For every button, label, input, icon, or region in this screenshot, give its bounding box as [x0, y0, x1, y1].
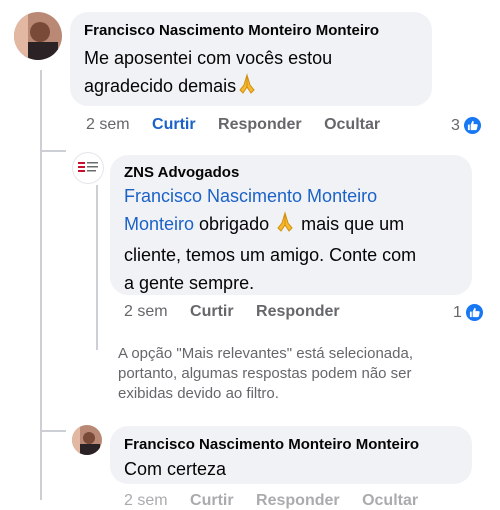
filter-note: A opção "Mais relevantes" está seleciona… — [118, 344, 498, 404]
thread-line-sub — [96, 185, 98, 350]
comment-text-line: a gente sempre. — [124, 273, 255, 293]
comment-actions: 2 sem Curtir Responder — [124, 303, 340, 321]
mention-link[interactable]: Monteiro — [124, 214, 194, 234]
like-button[interactable]: Curtir — [152, 116, 196, 134]
comment-author[interactable]: Francisco Nascimento Monteiro Monteiro — [84, 22, 379, 39]
like-icon — [462, 116, 482, 135]
comment-text-line: Me aposentei com vocês estou — [84, 48, 333, 68]
comment-time[interactable]: 2 sem — [124, 492, 168, 510]
avatar[interactable] — [72, 425, 102, 455]
comment-time[interactable]: 2 sem — [86, 116, 130, 134]
thread-line-branch-2 — [40, 430, 66, 432]
comment-text: Com certeza — [124, 459, 227, 479]
like-button[interactable]: Curtir — [190, 492, 234, 510]
comment-text-line: Monteiro obrigado mais que um — [124, 210, 469, 241]
comment-author[interactable]: Francisco Nascimento Monteiro Monteiro — [124, 436, 419, 453]
mention-link[interactable]: Francisco Nascimento Monteiro — [124, 182, 469, 210]
hide-button[interactable]: Ocultar — [324, 116, 380, 134]
hide-button[interactable]: Ocultar — [362, 492, 418, 510]
reaction-summary[interactable]: 3 — [451, 116, 482, 135]
comment-time[interactable]: 2 sem — [124, 303, 168, 321]
reaction-summary[interactable]: 1 — [453, 303, 484, 322]
comment-actions: 2 sem Curtir Responder Ocultar — [124, 492, 418, 510]
filter-note-line: portanto, algumas respostas podem não se… — [118, 365, 412, 382]
reply-button[interactable]: Responder — [256, 492, 340, 510]
avatar[interactable] — [72, 152, 104, 184]
comment-text: Francisco Nascimento Monteiro Monteiro o… — [124, 182, 469, 297]
comment-text-line: cliente, temos um amigo. Conte com — [124, 245, 417, 265]
filter-note-line: exibidas devido ao filtro. — [118, 385, 279, 402]
like-icon — [464, 303, 484, 322]
comment-text-fragment: obrigado — [194, 214, 275, 234]
pray-emoji-icon — [236, 73, 258, 103]
reply-button[interactable]: Responder — [256, 303, 340, 321]
comment-text-fragment: mais que um — [296, 214, 405, 234]
thread-line-main — [40, 70, 42, 500]
reaction-count: 1 — [453, 303, 462, 321]
avatar[interactable] — [14, 12, 62, 60]
comment-text: Me aposentei com vocês estou agradecido … — [84, 44, 424, 103]
pray-emoji-icon — [274, 211, 296, 241]
thread-line-branch-1 — [40, 150, 66, 152]
reaction-count: 3 — [451, 116, 460, 134]
reply-button[interactable]: Responder — [218, 116, 302, 134]
comment-author[interactable]: ZNS Advogados — [124, 164, 239, 181]
comment-actions: 2 sem Curtir Responder Ocultar — [86, 116, 380, 134]
comment-text-line: agradecido demais — [84, 72, 424, 103]
filter-note-line: A opção "Mais relevantes" está seleciona… — [118, 345, 413, 362]
like-button[interactable]: Curtir — [190, 303, 234, 321]
comment-text-fragment: agradecido demais — [84, 76, 237, 96]
